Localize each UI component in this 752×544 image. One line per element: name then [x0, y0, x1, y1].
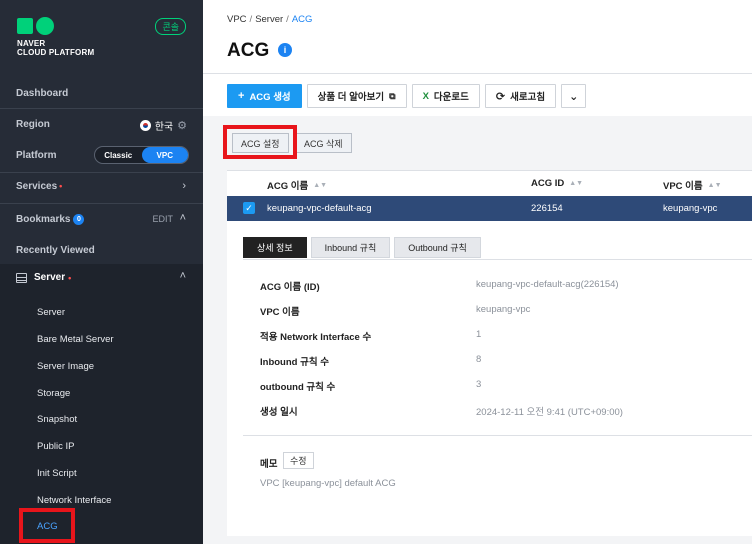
cell-acg-id: 226154 — [531, 203, 563, 214]
more-products-button[interactable]: 상품 더 알아보기 ⧉ — [306, 84, 407, 108]
bookmarks-count-badge: 0 — [73, 214, 85, 225]
memo-section: 메모 수정 VPC [keupang-vpc] default ACG — [243, 435, 752, 537]
cell-acg-name: keupang-vpc-default-acg — [267, 203, 372, 214]
server-icon — [16, 272, 27, 283]
highlight-box-acg-menu — [19, 508, 75, 543]
sidebar-item-bookmarks[interactable]: Bookmarks 0 — [16, 214, 85, 225]
detail-label-network-interface-count: 적용 Network Interface 수 — [260, 332, 372, 343]
info-icon[interactable]: i — [278, 43, 292, 57]
server-section-label: Server — [34, 272, 66, 283]
acg-delete-button[interactable]: ACG 삭제 — [295, 133, 352, 153]
divider — [0, 108, 203, 109]
detail-label-created-at: 생성 일시 — [260, 407, 298, 418]
brand-line-2: CLOUD PLATFORM — [17, 48, 95, 57]
sidebar-item-server[interactable]: Server • — [16, 272, 71, 283]
sidebar-subitem-snapshot[interactable]: Snapshot — [37, 414, 77, 425]
services-label: Services — [16, 181, 58, 192]
detail-value-vpc-name: keupang-vpc — [476, 304, 531, 315]
tab-outbound-rules[interactable]: Outbound 규칙 — [394, 237, 481, 258]
sidebar-subitem-bare-metal-server[interactable]: Bare Metal Server — [37, 334, 114, 345]
chevron-right-icon[interactable]: › — [182, 180, 186, 192]
memo-label: 메모 — [260, 459, 278, 470]
breadcrumb-server[interactable]: Server — [255, 14, 283, 25]
bookmarks-label: Bookmarks — [16, 214, 71, 225]
detail-value-network-interface-count: 1 — [476, 329, 482, 340]
naver-cloud-logo[interactable]: NAVER CLOUD PLATFORM — [17, 17, 94, 57]
detail-value-outbound-count: 3 — [476, 379, 482, 390]
platform-label: Platform — [16, 150, 57, 161]
page-title: ACG — [227, 40, 270, 61]
detail-label-acg-name: ACG 이름 (ID) — [260, 282, 320, 293]
platform-option-vpc[interactable]: VPC — [141, 147, 188, 163]
detail-label-outbound-count: outbound 규칙 수 — [260, 382, 336, 393]
tab-inbound-rules[interactable]: Inbound 규칙 — [310, 237, 391, 258]
refresh-button[interactable]: ⟳ 새로고침 — [484, 84, 557, 108]
sort-icon[interactable]: ▲▼ — [313, 182, 327, 189]
logo-mark-icon — [17, 17, 94, 35]
download-button[interactable]: X 다운로드 — [411, 84, 480, 108]
console-badge[interactable]: 콘솔 — [155, 18, 186, 35]
sidebar-item-services[interactable]: Services • — [16, 181, 62, 192]
region-selector[interactable]: 한국 ⚙ — [139, 118, 187, 133]
more-dropdown-button[interactable]: ⌄ — [561, 84, 587, 108]
region-value: 한국 — [154, 122, 174, 133]
region-label: Region — [16, 119, 50, 130]
memo-edit-button[interactable]: 수정 — [283, 452, 314, 469]
divider — [0, 203, 203, 204]
create-acg-button[interactable]: + ACG 생성 — [227, 84, 302, 108]
gear-icon[interactable]: ⚙ — [177, 119, 187, 132]
memo-text: VPC [keupang-vpc] default ACG — [260, 478, 396, 489]
detail-label-vpc-name: VPC 이름 — [260, 307, 300, 318]
sidebar-subitem-public-ip[interactable]: Public IP — [37, 441, 75, 452]
toolbar: + ACG 생성 상품 더 알아보기 ⧉ X 다운로드 ⟳ 새로고침 ⌄ — [227, 84, 587, 108]
excel-icon: X — [422, 90, 429, 102]
table-row[interactable]: ✓ keupang-vpc-default-acg 226154 keupang… — [227, 196, 752, 221]
sidebar-subitem-storage[interactable]: Storage — [37, 388, 70, 399]
server-section: Server • ˄ Server Bare Metal Server Serv… — [0, 264, 203, 544]
sort-icon[interactable]: ▲▼ — [708, 182, 722, 189]
column-header-vpc-name[interactable]: VPC 이름 ▲▼ — [663, 178, 722, 192]
row-checkbox[interactable]: ✓ — [243, 202, 255, 214]
detail-panel: ACG 이름 (ID) keupang-vpc-default-acg(2261… — [243, 259, 752, 429]
sidebar-subitem-init-script[interactable]: Init Script — [37, 468, 77, 479]
sidebar-subitem-server[interactable]: Server — [37, 307, 65, 318]
breadcrumb: VPC / Server / ACG — [227, 14, 313, 25]
breadcrumb-vpc[interactable]: VPC — [227, 14, 247, 25]
column-header-acg-name[interactable]: ACG 이름 ▲▼ — [267, 178, 327, 192]
chevron-down-icon: ⌄ — [569, 90, 579, 103]
acg-table: ACG 이름 ▲▼ ACG ID ▲▼ VPC 이름 ▲▼ ✓ keupang-vpc… — [227, 170, 752, 536]
divider — [203, 73, 752, 74]
chevron-up-icon[interactable]: ˄ — [180, 212, 186, 224]
platform-toggle[interactable]: Classic VPC — [94, 146, 189, 164]
korea-flag-icon — [139, 120, 151, 131]
refresh-icon: ⟳ — [495, 90, 506, 103]
sidebar: NAVER CLOUD PLATFORM 콘솔 Dashboard Region… — [0, 0, 203, 544]
platform-option-classic[interactable]: Classic — [95, 147, 142, 163]
chevron-up-icon[interactable]: ˄ — [180, 270, 186, 282]
column-header-acg-id[interactable]: ACG ID ▲▼ — [531, 178, 583, 189]
new-dot-icon: • — [59, 181, 63, 191]
brand-line-1: NAVER — [17, 39, 46, 48]
detail-value-created-at: 2024-12-11 오전 9:41 (UTC+09:00) — [476, 407, 623, 418]
divider — [0, 172, 203, 173]
detail-label-inbound-count: Inbound 규칙 수 — [260, 357, 329, 368]
sort-icon[interactable]: ▲▼ — [569, 180, 583, 187]
sidebar-item-recently-viewed[interactable]: Recently Viewed — [16, 245, 95, 256]
detail-tabs: 상세 정보 Inbound 규칙 Outbound 규칙 — [243, 237, 481, 258]
detail-value-acg-name: keupang-vpc-default-acg(226154) — [476, 279, 619, 290]
sidebar-subitem-server-image[interactable]: Server Image — [37, 361, 94, 372]
tab-details[interactable]: 상세 정보 — [243, 237, 307, 258]
detail-value-inbound-count: 8 — [476, 354, 482, 365]
main-content: VPC / Server / ACG ACG i + ACG 생성 상품 더 알아보기 ⧉ … — [203, 0, 752, 544]
new-dot-icon: • — [68, 272, 72, 283]
external-link-icon: ⧉ — [389, 90, 396, 101]
sidebar-item-dashboard[interactable]: Dashboard — [16, 88, 68, 99]
sidebar-subitem-network-interface[interactable]: Network Interface — [37, 495, 111, 506]
breadcrumb-acg: ACG — [291, 14, 313, 25]
cell-vpc-name: keupang-vpc — [663, 203, 718, 214]
bookmarks-edit-link[interactable]: EDIT — [152, 214, 173, 224]
plus-icon: + — [238, 90, 245, 102]
highlight-box-acg-settings — [223, 125, 297, 159]
